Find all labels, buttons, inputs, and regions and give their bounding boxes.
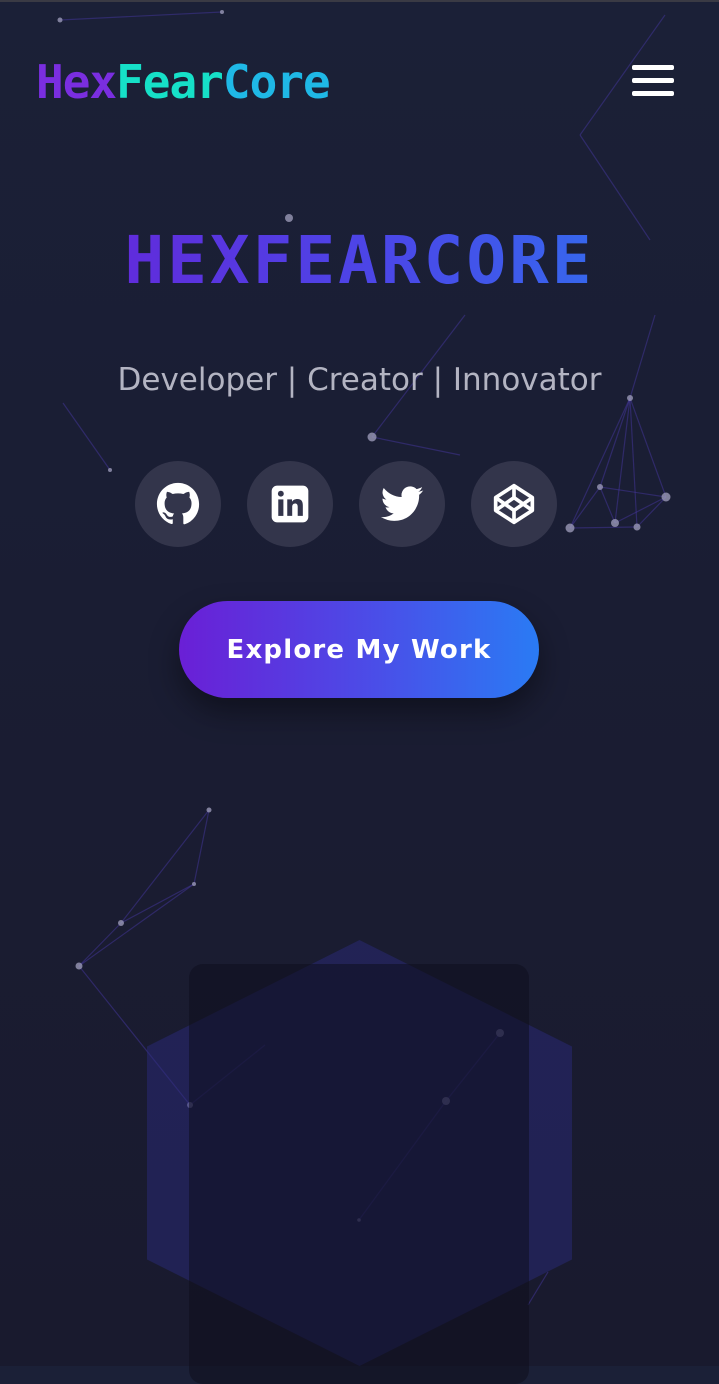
linkedin-icon: [271, 485, 309, 523]
social-links: [135, 461, 585, 547]
explore-my-work-button[interactable]: Explore My Work: [179, 601, 539, 698]
site-logo[interactable]: HexFearCore: [36, 55, 331, 109]
codepen-link[interactable]: [471, 461, 557, 547]
dark-card-panel: [189, 964, 529, 1384]
twitter-link[interactable]: [359, 461, 445, 547]
hero-tagline: Developer | Creator | Innovator: [117, 362, 602, 398]
logo-part-fear: Fear: [116, 55, 224, 109]
github-link[interactable]: [135, 461, 221, 547]
codepen-icon: [493, 483, 535, 525]
github-icon: [156, 482, 200, 525]
linkedin-link[interactable]: [247, 461, 333, 547]
logo-part-core: Core: [222, 55, 331, 109]
site-header: HexFearCore: [0, 0, 719, 165]
twitter-icon: [380, 486, 424, 521]
hamburger-menu-icon[interactable]: [626, 60, 680, 102]
hero-title: HEXFEARCORE: [0, 224, 719, 298]
logo-part-hex: Hex: [36, 55, 117, 109]
